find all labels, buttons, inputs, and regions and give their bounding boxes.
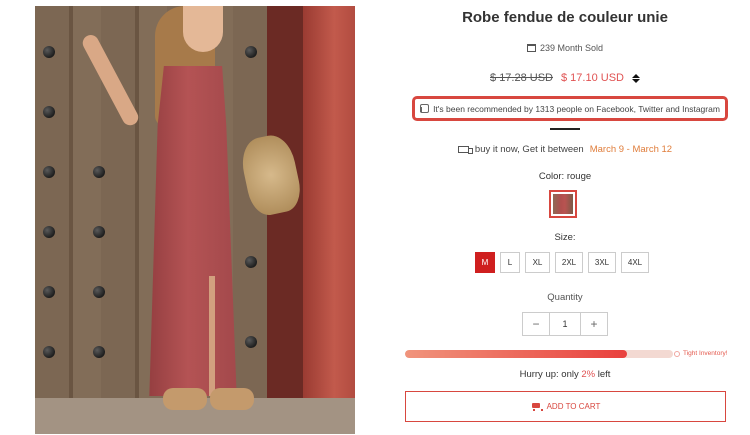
stock-indicator-dot — [674, 351, 680, 357]
door-stud — [43, 106, 55, 118]
decrease-quantity-button[interactable]: − — [523, 313, 549, 335]
size-option-3xl[interactable]: 3XL — [588, 252, 616, 273]
divider — [550, 128, 580, 130]
add-to-cart-label: ADD TO CART — [546, 402, 601, 411]
delivery-text: buy it now, Get it between — [474, 144, 584, 155]
color-swatch-rouge[interactable] — [549, 190, 577, 218]
door-stud — [43, 166, 55, 178]
hurry-message: Hurry up: only 2% left — [519, 369, 611, 380]
door-stud — [43, 46, 55, 58]
original-price: $ 17.28 USD — [490, 72, 553, 84]
product-image[interactable] — [35, 6, 355, 434]
door-stud — [245, 46, 257, 58]
door-stud — [93, 166, 105, 178]
size-option-2xl[interactable]: 2XL — [555, 252, 583, 273]
sold-count: 239 Month Sold — [400, 43, 730, 53]
calendar-icon — [526, 44, 536, 52]
door-stud — [93, 226, 105, 238]
delivery-estimate: buy it now, Get it between March 9 - Mar… — [400, 144, 730, 155]
recommendation-banner: It's been recommended by 1313 people on … — [412, 96, 728, 121]
quantity-label: Quantity — [547, 292, 583, 303]
increase-quantity-button[interactable]: + — [581, 313, 607, 335]
price-row: $ 17.28 USD $ 17.10 USD — [400, 72, 730, 84]
truck-icon — [457, 146, 473, 154]
sandal — [210, 388, 254, 410]
door-stud — [43, 346, 55, 358]
size-options: M L XL 2XL 3XL 4XL — [475, 252, 649, 273]
delivery-dates: March 9 - March 12 — [589, 144, 673, 155]
quantity-stepper: − 1 + — [522, 312, 608, 336]
stock-note: Tight Inventory! — [683, 350, 728, 357]
size-option-xl[interactable]: XL — [525, 252, 550, 273]
stock-progress-bar — [405, 350, 673, 358]
size-option-4xl[interactable]: 4XL — [621, 252, 649, 273]
recommendation-text: It's been recommended by 1313 people on … — [433, 103, 720, 114]
add-to-cart-button[interactable]: ADD TO CART — [405, 391, 726, 422]
dress-slit — [209, 276, 215, 396]
door-stud — [245, 336, 257, 348]
door-stud — [43, 226, 55, 238]
wall-shadow — [267, 6, 307, 434]
size-option-m[interactable]: M — [475, 252, 495, 273]
stock-progress-fill — [405, 350, 628, 358]
model-face — [183, 6, 223, 52]
sort-icon[interactable] — [631, 73, 640, 83]
quantity-value[interactable]: 1 — [549, 313, 581, 335]
size-option-l[interactable]: L — [500, 252, 520, 273]
sandal — [163, 388, 207, 410]
stock-percent: 2% — [581, 369, 596, 380]
product-title: Robe fendue de couleur unie — [462, 9, 668, 26]
sold-text: 239 Month Sold — [539, 43, 604, 53]
door-stud — [93, 346, 105, 358]
thumbs-up-icon — [420, 104, 430, 113]
size-label: Size: — [554, 232, 576, 243]
door-stud — [93, 286, 105, 298]
cart-icon — [531, 402, 543, 411]
door-stud — [43, 286, 55, 298]
color-label: Color: rouge — [538, 171, 592, 182]
red-pillar — [303, 6, 355, 434]
door-stud — [245, 256, 257, 268]
sale-price: $ 17.10 USD — [561, 72, 624, 84]
